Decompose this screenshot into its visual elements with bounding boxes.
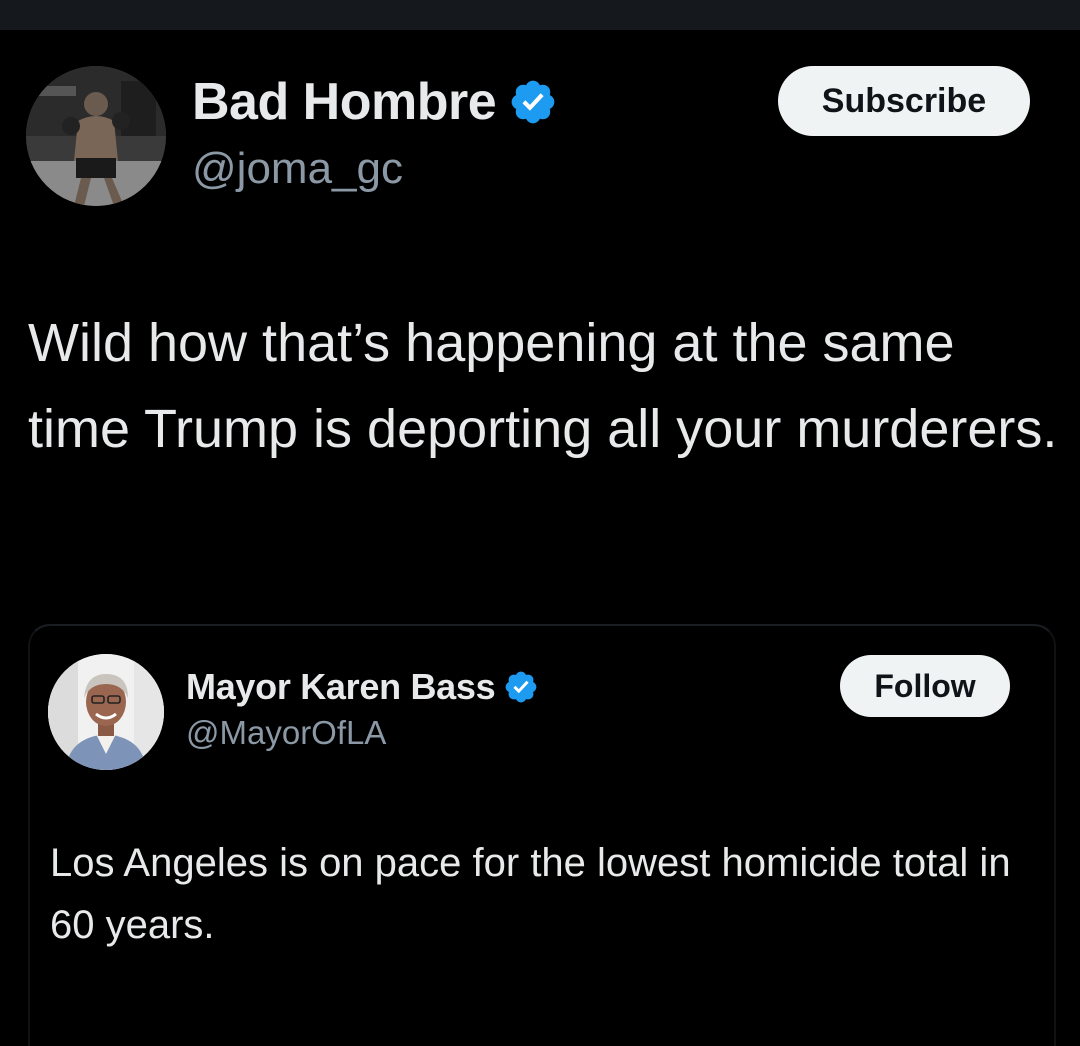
avatar-woman-photo-icon xyxy=(48,654,164,770)
verified-badge-icon xyxy=(503,669,539,705)
quoted-author-avatar[interactable] xyxy=(48,654,164,770)
verified-badge-icon xyxy=(508,77,558,127)
subscribe-button[interactable]: Subscribe xyxy=(778,66,1030,136)
author-handle[interactable]: @joma_gc xyxy=(192,144,403,194)
quoted-author-display-name[interactable]: Mayor Karen Bass xyxy=(186,666,496,708)
avatar-boxer-photo-icon xyxy=(26,66,166,206)
quoted-author-name-row[interactable]: Mayor Karen Bass xyxy=(186,664,539,710)
follow-button[interactable]: Follow xyxy=(840,655,1010,717)
author-display-name[interactable]: Bad Hombre xyxy=(192,72,497,132)
author-name-row[interactable]: Bad Hombre xyxy=(192,72,558,132)
author-avatar[interactable] xyxy=(26,66,166,206)
quoted-author-handle[interactable]: @MayorOfLA xyxy=(186,714,386,752)
quoted-tweet-text: Los Angeles is on pace for the lowest ho… xyxy=(50,841,1011,947)
top-status-strip xyxy=(0,0,1080,30)
tweet-text: Wild how that’s happening at the same ti… xyxy=(28,313,1058,459)
